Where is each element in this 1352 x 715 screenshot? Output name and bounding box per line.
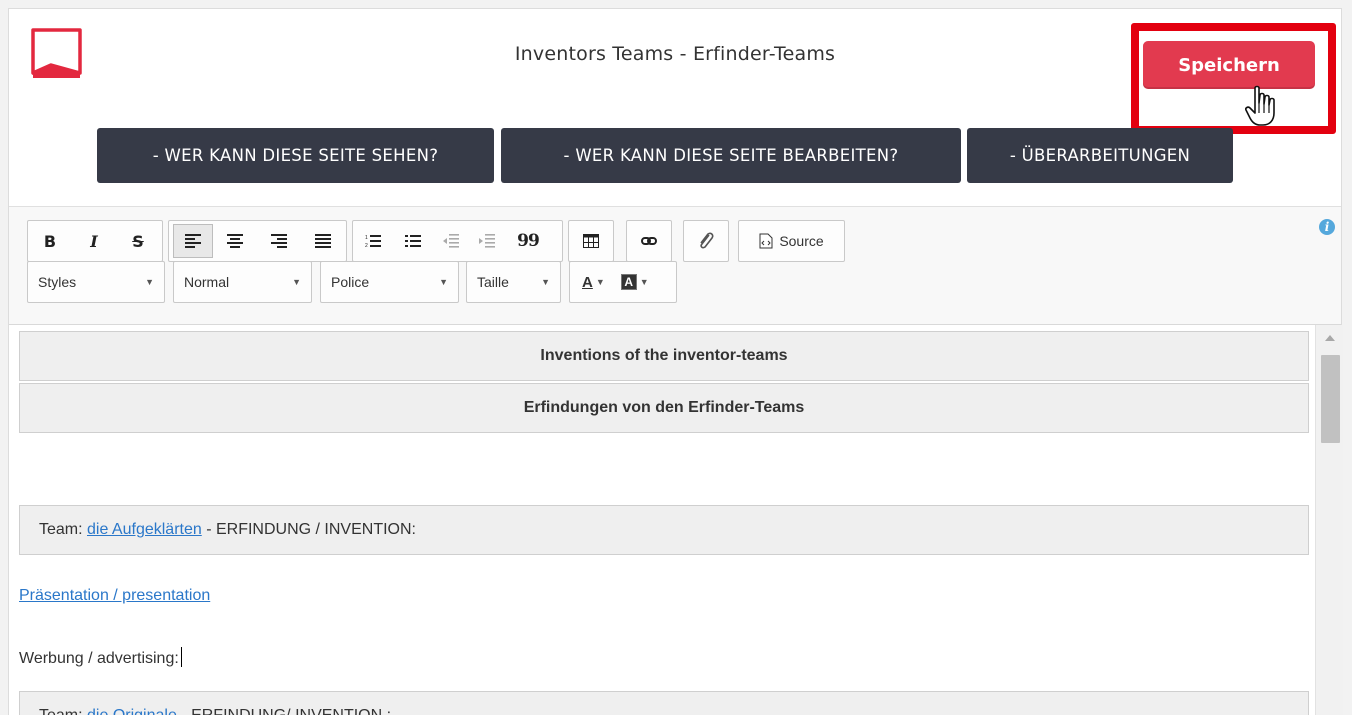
indent-icon[interactable]: [469, 221, 505, 261]
align-left-icon[interactable]: [173, 224, 213, 258]
editor-toolbar: i B I S 12 99 Source Styles ▼ Normal ▼ P…: [9, 207, 1341, 324]
heading-erfindungen: Erfindungen von den Erfinder-Teams: [19, 383, 1309, 433]
align-right-icon[interactable]: [257, 221, 301, 261]
bold-button[interactable]: B: [28, 221, 72, 261]
source-icon: [759, 233, 773, 249]
team-prefix: Team:: [39, 707, 87, 715]
advertising-text: Werbung / advertising:: [19, 650, 179, 667]
format-label: Normal: [184, 274, 230, 290]
svg-text:1: 1: [365, 235, 368, 241]
scroll-up-arrow-icon[interactable]: [1325, 335, 1335, 341]
team-prefix: Team:: [39, 521, 88, 538]
text-cursor: [180, 647, 182, 667]
lists-group: 12 99: [352, 220, 563, 262]
link-icon: [641, 237, 657, 245]
table-button[interactable]: [568, 220, 614, 262]
svg-text:2: 2: [365, 243, 368, 248]
bulleted-list-icon[interactable]: [393, 221, 433, 261]
format-dropdown[interactable]: Normal ▼: [173, 261, 312, 303]
chevron-down-icon[interactable]: ▼: [596, 277, 605, 287]
vertical-scrollbar[interactable]: [1315, 325, 1343, 715]
styles-label: Styles: [38, 274, 77, 290]
numbered-list-icon[interactable]: 12: [353, 221, 393, 261]
chevron-down-icon: ▼: [145, 277, 154, 287]
text-color-button[interactable]: A: [582, 274, 593, 291]
font-dropdown[interactable]: Police ▼: [320, 261, 459, 303]
align-center-icon[interactable]: [213, 221, 257, 261]
revisions-button[interactable]: - ÜBERARBEITUNGEN: [967, 128, 1233, 183]
editor-content[interactable]: Inventions of the inventor-teams Erfindu…: [9, 325, 1315, 715]
color-group: A ▼ A ▼: [569, 261, 677, 303]
chevron-down-icon: ▼: [439, 277, 448, 287]
chevron-down-icon: ▼: [292, 277, 301, 287]
who-can-edit-button[interactable]: - WER KANN DIESE SEITE BEARBEITEN?: [501, 128, 961, 183]
advertising-line: Werbung / advertising:: [19, 647, 182, 668]
attachment-button[interactable]: [683, 220, 729, 262]
source-button[interactable]: Source: [738, 220, 845, 262]
blockquote-button[interactable]: 99: [505, 221, 551, 261]
team-row: Team: die Aufgeklärten - ERFINDUNG / INV…: [19, 505, 1309, 555]
justify-icon[interactable]: [301, 221, 345, 261]
basic-styles-group: B I S: [27, 220, 163, 262]
team-suffix: - ERFINDUNG / INVENTION:: [201, 521, 416, 538]
info-icon[interactable]: i: [1319, 219, 1335, 235]
font-label: Police: [331, 274, 370, 290]
team-row: Team: die Originale - ERFINDUNG/ INVENTI…: [19, 691, 1309, 715]
team-link[interactable]: die Originale: [87, 707, 177, 715]
save-button[interactable]: Speichern: [1143, 41, 1315, 89]
heading-inventions: Inventions of the inventor-teams: [19, 331, 1309, 381]
source-label: Source: [779, 233, 824, 249]
team-suffix: - ERFINDUNG/ INVENTION :: [177, 707, 391, 715]
chevron-down-icon[interactable]: ▼: [640, 277, 649, 287]
styles-dropdown[interactable]: Styles ▼: [27, 261, 165, 303]
background-color-button[interactable]: A: [620, 274, 637, 290]
size-dropdown[interactable]: Taille ▼: [466, 261, 561, 303]
presentation-link[interactable]: Präsentation / presentation: [19, 587, 210, 604]
size-label: Taille: [477, 274, 509, 290]
hand-cursor-icon: [1245, 85, 1275, 126]
chevron-down-icon: ▼: [541, 277, 550, 287]
who-can-see-button[interactable]: - WER KANN DIESE SEITE SEHEN?: [97, 128, 494, 183]
outdent-icon[interactable]: [433, 221, 469, 261]
strikethrough-button[interactable]: S: [116, 221, 160, 261]
italic-button[interactable]: I: [72, 221, 116, 261]
link-button[interactable]: [626, 220, 672, 262]
scroll-thumb[interactable]: [1321, 355, 1340, 443]
team-link[interactable]: die Aufgeklärten: [87, 521, 202, 539]
paperclip-icon: [700, 232, 714, 249]
editor-window: Inventors Teams - Erfinder-Teams Speiche…: [8, 8, 1343, 715]
alignment-group: [168, 220, 347, 262]
table-icon: [583, 234, 599, 248]
